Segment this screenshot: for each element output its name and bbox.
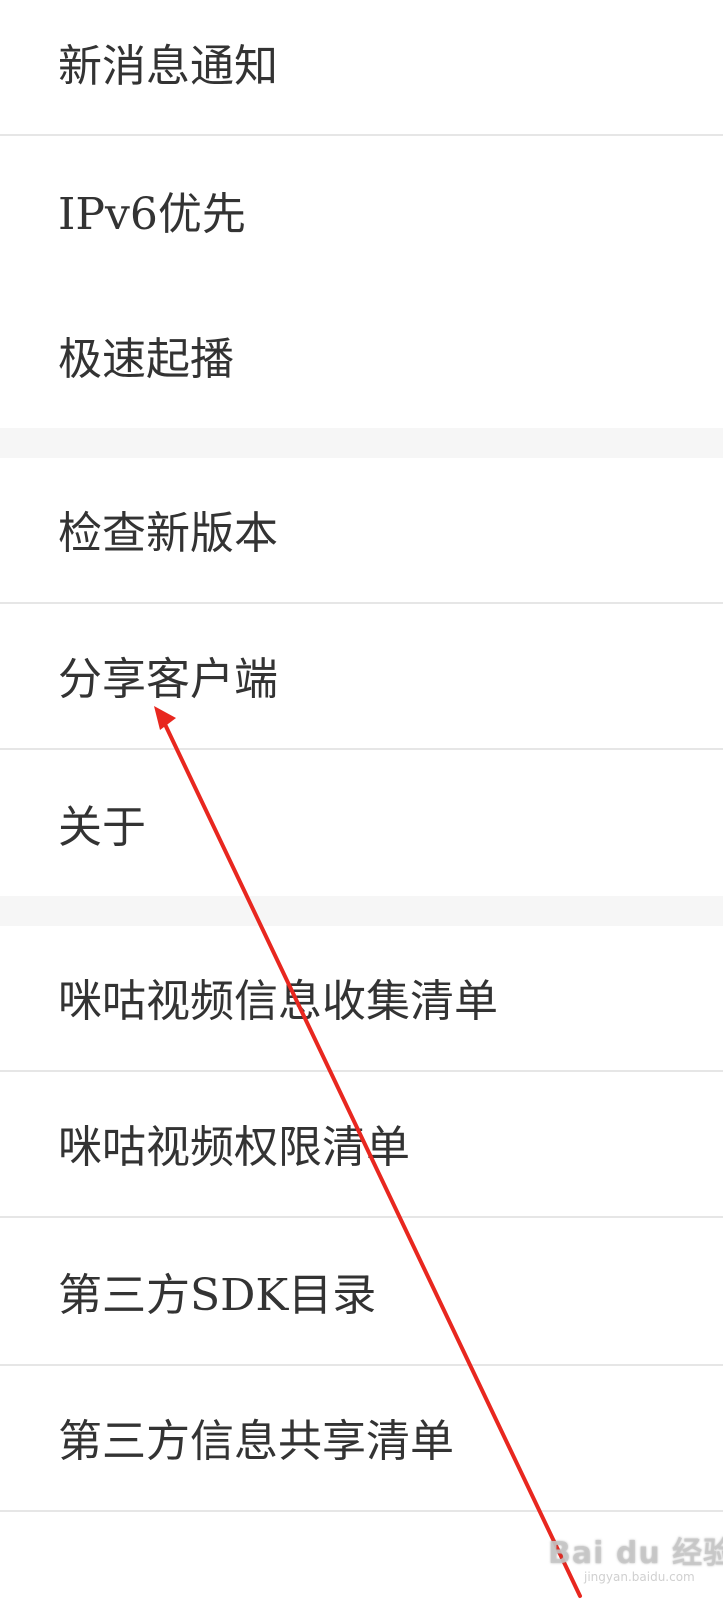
settings-item-label: 新消息通知 [58,41,278,92]
settings-item-label: 第三方SDK目录 [58,1270,377,1321]
settings-item-permission-list[interactable]: 咪咕视频权限清单 [0,1072,723,1216]
settings-item-next-partial[interactable] [0,1512,723,1600]
settings-item-label: 关于 [58,802,146,853]
settings-item-about[interactable]: 关于 [0,750,723,896]
settings-item-label: 分享客户端 [58,654,278,705]
settings-item-third-party-sdk-directory[interactable]: 第三方SDK目录 [0,1218,723,1364]
settings-item-label: 咪咕视频信息收集清单 [58,976,498,1027]
settings-item-third-party-info-sharing-list[interactable]: 第三方信息共享清单 [0,1366,723,1510]
settings-item-fast-start-playback[interactable]: 极速起播 [0,282,723,428]
settings-item-check-new-version[interactable]: 检查新版本 [0,458,723,602]
settings-item-info-collection-list[interactable]: 咪咕视频信息收集清单 [0,926,723,1070]
settings-item-label: 检查新版本 [58,508,278,559]
settings-screen: 新消息通知 IPv6优先 极速起播 检查新版本 分享客户端 关于 咪咕视频信息收… [0,0,723,1600]
section-separator [0,896,723,926]
settings-item-ipv6-priority[interactable]: IPv6优先 [0,136,723,282]
settings-item-share-client[interactable]: 分享客户端 [0,604,723,748]
settings-item-label: IPv6优先 [58,189,246,240]
settings-item-label: 咪咕视频权限清单 [58,1122,410,1173]
settings-item-new-message-notification[interactable]: 新消息通知 [0,0,723,134]
settings-item-label: 第三方信息共享清单 [58,1416,454,1467]
settings-item-label: 极速起播 [58,334,234,385]
section-separator [0,428,723,458]
